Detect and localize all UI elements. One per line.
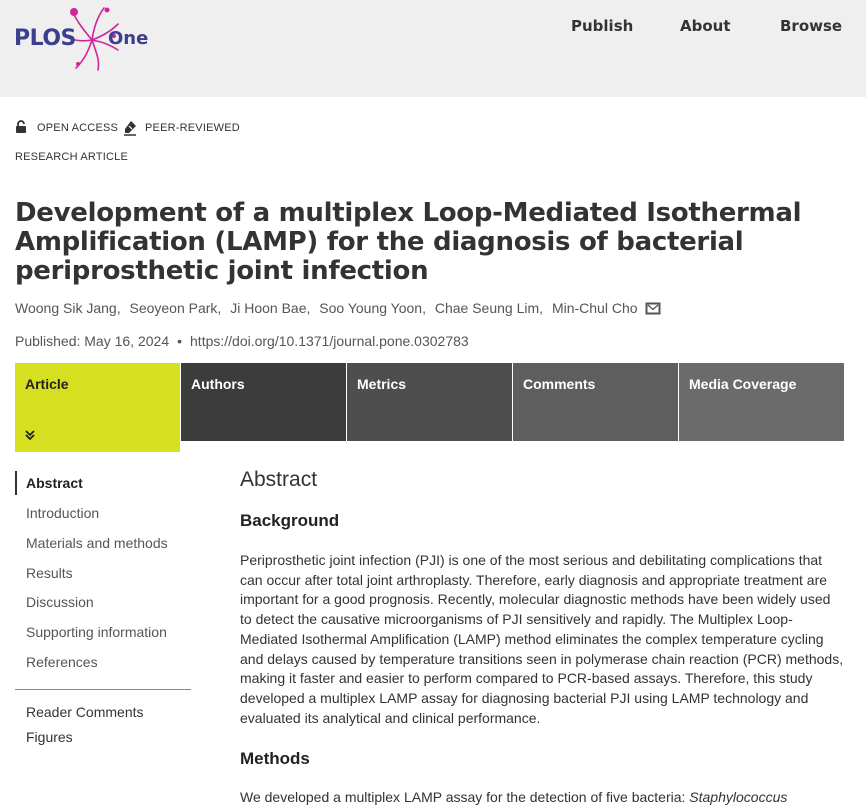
background-heading: Background [240,511,340,530]
nav-publish[interactable]: Publish [571,17,633,35]
unlock-icon [16,120,26,133]
tab-comments[interactable]: Comments [513,363,678,441]
sidebar-item-figures[interactable]: Figures [15,729,73,745]
sidebar-item-materials-methods[interactable]: Materials and methods [15,535,168,551]
sidebar-item-references[interactable]: References [15,654,98,670]
background-paragraph: Periprosthetic joint infection (PJI) is … [240,552,844,726]
separator-dot: • [177,333,183,349]
nav-browse[interactable]: Browse [780,17,842,35]
open-access-label: OPEN ACCESS [37,122,119,134]
sidebar-item-abstract[interactable]: Abstract [15,471,83,495]
tab-metrics-label: Metrics [357,376,407,392]
tab-authors-label: Authors [191,376,245,392]
author-link[interactable]: Ji Hoon Bae, [230,300,310,316]
article-type: RESEARCH ARTICLE [15,151,129,163]
tab-comments-label: Comments [523,376,596,392]
sidebar-divider [15,689,191,690]
sidebar-item-introduction[interactable]: Introduction [15,505,99,521]
double-chevron-down-icon [25,430,35,441]
methods-paragraph: We developed a multiplex LAMP assay for … [240,788,844,808]
article-tabs: Article Authors Metrics Comments Media C… [15,363,844,452]
peer-reviewed-icon [124,121,136,136]
tab-metrics[interactable]: Metrics [347,363,512,441]
sidebar-item-supporting-information[interactable]: Supporting information [15,624,167,640]
tab-authors[interactable]: Authors [181,363,346,441]
tab-media-coverage[interactable]: Media Coverage [679,363,844,441]
author-link[interactable]: Soo Young Yoon, [319,300,426,316]
sidebar-item-reader-comments[interactable]: Reader Comments [15,704,144,720]
author-link[interactable]: Chae Seung Lim, [435,300,543,316]
abstract-heading: Abstract [240,468,318,491]
email-icon[interactable] [645,302,661,315]
tab-article-label: Article [25,376,69,392]
author-list: Woong Sik Jang, Seoyeon Park, Ji Hoon Ba… [15,300,661,316]
author-link[interactable]: Seoyeon Park, [129,300,221,316]
methods-text: We developed a multiplex LAMP assay for … [240,789,690,805]
methods-heading: Methods [240,749,310,768]
tab-media-coverage-label: Media Coverage [689,376,797,392]
author-link[interactable]: Min-Chul Cho [552,300,638,316]
nav-about[interactable]: About [680,17,731,35]
logo-sub-text: One [108,28,149,49]
doi-link[interactable]: https://doi.org/10.1371/journal.pone.030… [190,333,469,349]
site-header: PLOS One Publish About Browse [0,0,866,97]
tab-article[interactable]: Article [15,363,180,452]
logo-text: PLOS [14,26,76,51]
methods-text-italic: Staphylococcus [689,789,788,805]
sidebar-item-results[interactable]: Results [15,565,73,581]
sidebar-item-discussion[interactable]: Discussion [15,594,94,610]
author-link[interactable]: Woong Sik Jang, [15,300,121,316]
plos-one-logo[interactable]: PLOS One [14,6,164,72]
publication-info: Published: May 16, 2024 • https://doi.org/… [15,333,469,349]
peer-reviewed-label: PEER-REVIEWED [145,122,240,134]
article-title: Development of a multiplex Loop-Mediated… [15,198,802,286]
published-date: Published: May 16, 2024 [15,333,170,349]
